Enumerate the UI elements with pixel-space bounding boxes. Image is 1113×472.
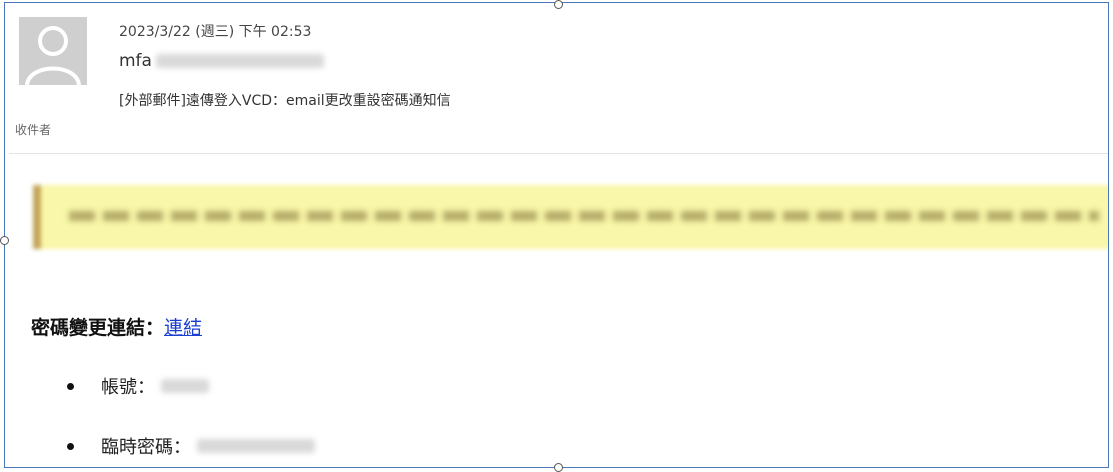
resize-handle-top[interactable] xyxy=(554,0,563,9)
list-item-temp-password: 臨時密碼： xyxy=(67,433,315,459)
email-subject: [外部郵件]遠傳登入VCD：email更改重設密碼通知信 xyxy=(119,93,451,109)
password-change-link[interactable]: 連結 xyxy=(164,317,202,339)
redacted-sender-address xyxy=(155,54,324,68)
sender-name: mfa xyxy=(119,51,152,71)
temp-password-label: 臨時密碼： xyxy=(101,437,191,458)
redacted-temp-password-value xyxy=(197,439,315,453)
email-sender[interactable]: mfa xyxy=(119,51,324,71)
recipient-label: 收件者 xyxy=(15,123,52,137)
bullet-icon xyxy=(67,382,74,390)
password-change-line: 密碼變更連結：連結 xyxy=(31,313,202,340)
resize-handle-left[interactable] xyxy=(0,236,9,245)
list-item-account: 帳號： xyxy=(67,373,209,399)
header-divider xyxy=(9,153,1108,154)
password-change-label: 密碼變更連結： xyxy=(31,317,165,339)
banner-accent xyxy=(33,185,41,249)
account-label: 帳號： xyxy=(101,377,155,398)
redacted-banner-text xyxy=(69,211,1099,221)
sender-avatar-icon xyxy=(19,17,87,85)
bullet-icon xyxy=(67,442,74,450)
email-reading-pane: 收件者 2023/3/22 (週三) 下午 02:53 mfa [外部郵件]遠傳… xyxy=(4,2,1109,468)
email-date: 2023/3/22 (週三) 下午 02:53 xyxy=(119,24,312,40)
redacted-account-value xyxy=(161,379,209,393)
redacted-caution-banner xyxy=(33,185,1108,249)
